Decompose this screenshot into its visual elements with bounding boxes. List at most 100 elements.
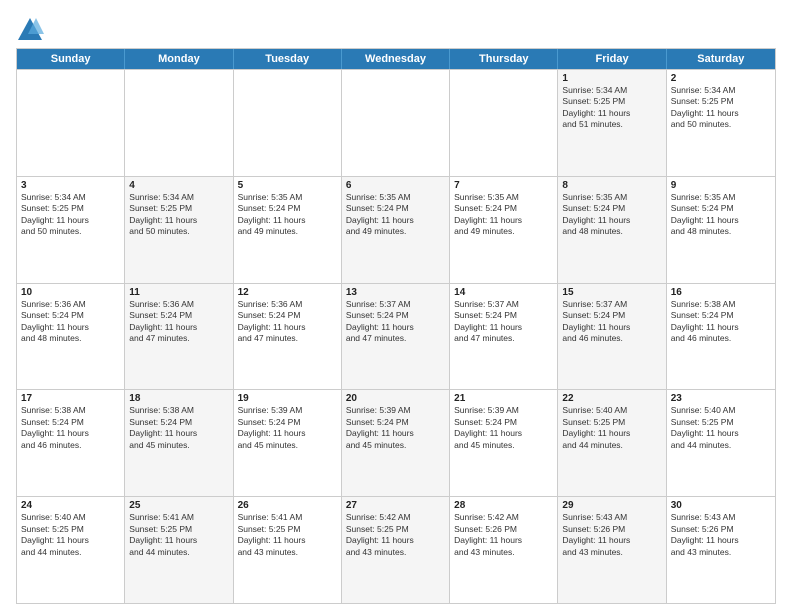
- cell-line: Daylight: 11 hours: [454, 535, 553, 546]
- day-number: 17: [21, 393, 120, 404]
- cell-line: and 44 minutes.: [129, 547, 228, 558]
- cell-line: and 46 minutes.: [21, 440, 120, 451]
- cell-line: Daylight: 11 hours: [671, 215, 771, 226]
- cell-line: and 47 minutes.: [129, 333, 228, 344]
- cell-line: Sunrise: 5:42 AM: [454, 512, 553, 523]
- cal-cell-day-15: 15Sunrise: 5:37 AMSunset: 5:24 PMDayligh…: [558, 284, 666, 390]
- cal-cell-day-12: 12Sunrise: 5:36 AMSunset: 5:24 PMDayligh…: [234, 284, 342, 390]
- cell-line: Sunrise: 5:38 AM: [21, 405, 120, 416]
- cell-line: Sunset: 5:25 PM: [129, 203, 228, 214]
- cell-line: Daylight: 11 hours: [562, 108, 661, 119]
- cell-line: and 49 minutes.: [238, 226, 337, 237]
- cell-line: Sunset: 5:24 PM: [21, 417, 120, 428]
- cell-line: Sunset: 5:24 PM: [671, 310, 771, 321]
- cell-line: Sunset: 5:24 PM: [238, 417, 337, 428]
- cell-line: Daylight: 11 hours: [238, 535, 337, 546]
- cell-line: Sunrise: 5:39 AM: [454, 405, 553, 416]
- cal-cell-day-22: 22Sunrise: 5:40 AMSunset: 5:25 PMDayligh…: [558, 390, 666, 496]
- cell-line: Sunrise: 5:39 AM: [238, 405, 337, 416]
- cal-cell-day-13: 13Sunrise: 5:37 AMSunset: 5:24 PMDayligh…: [342, 284, 450, 390]
- cell-line: and 48 minutes.: [671, 226, 771, 237]
- cell-line: and 43 minutes.: [346, 547, 445, 558]
- cell-line: Daylight: 11 hours: [238, 428, 337, 439]
- day-number: 21: [454, 393, 553, 404]
- cal-cell-day-27: 27Sunrise: 5:42 AMSunset: 5:25 PMDayligh…: [342, 497, 450, 603]
- cell-line: and 49 minutes.: [454, 226, 553, 237]
- cell-line: Sunset: 5:24 PM: [454, 417, 553, 428]
- calendar-body: 1Sunrise: 5:34 AMSunset: 5:25 PMDaylight…: [17, 69, 775, 603]
- cell-line: Sunset: 5:24 PM: [238, 310, 337, 321]
- cal-cell-day-28: 28Sunrise: 5:42 AMSunset: 5:26 PMDayligh…: [450, 497, 558, 603]
- cell-line: Sunrise: 5:37 AM: [562, 299, 661, 310]
- cell-line: and 50 minutes.: [671, 119, 771, 130]
- cal-cell-day-30: 30Sunrise: 5:43 AMSunset: 5:26 PMDayligh…: [667, 497, 775, 603]
- cell-line: Sunset: 5:26 PM: [454, 524, 553, 535]
- cell-line: and 50 minutes.: [21, 226, 120, 237]
- cell-line: Daylight: 11 hours: [346, 215, 445, 226]
- cal-row-0: 1Sunrise: 5:34 AMSunset: 5:25 PMDaylight…: [17, 69, 775, 176]
- cal-cell-day-4: 4Sunrise: 5:34 AMSunset: 5:25 PMDaylight…: [125, 177, 233, 283]
- cell-line: and 49 minutes.: [346, 226, 445, 237]
- cell-line: Daylight: 11 hours: [238, 215, 337, 226]
- cal-cell-day-26: 26Sunrise: 5:41 AMSunset: 5:25 PMDayligh…: [234, 497, 342, 603]
- cal-cell-day-10: 10Sunrise: 5:36 AMSunset: 5:24 PMDayligh…: [17, 284, 125, 390]
- logo-icon: [16, 16, 44, 44]
- cell-line: Sunset: 5:24 PM: [346, 310, 445, 321]
- day-number: 26: [238, 500, 337, 511]
- cal-cell-day-14: 14Sunrise: 5:37 AMSunset: 5:24 PMDayligh…: [450, 284, 558, 390]
- cell-line: Sunrise: 5:43 AM: [671, 512, 771, 523]
- cell-line: Sunrise: 5:41 AM: [238, 512, 337, 523]
- cell-line: Sunrise: 5:42 AM: [346, 512, 445, 523]
- cell-line: Sunrise: 5:35 AM: [238, 192, 337, 203]
- cell-line: Sunrise: 5:37 AM: [454, 299, 553, 310]
- header-day-friday: Friday: [558, 49, 666, 69]
- cell-line: Sunrise: 5:40 AM: [562, 405, 661, 416]
- cell-line: Sunrise: 5:36 AM: [129, 299, 228, 310]
- day-number: 20: [346, 393, 445, 404]
- cell-line: Sunrise: 5:38 AM: [671, 299, 771, 310]
- logo: [16, 16, 48, 44]
- cell-line: and 48 minutes.: [562, 226, 661, 237]
- cell-line: Sunset: 5:24 PM: [238, 203, 337, 214]
- cal-cell-day-9: 9Sunrise: 5:35 AMSunset: 5:24 PMDaylight…: [667, 177, 775, 283]
- cal-cell-day-24: 24Sunrise: 5:40 AMSunset: 5:25 PMDayligh…: [17, 497, 125, 603]
- header-day-wednesday: Wednesday: [342, 49, 450, 69]
- cell-line: Sunrise: 5:37 AM: [346, 299, 445, 310]
- day-number: 25: [129, 500, 228, 511]
- header-day-saturday: Saturday: [667, 49, 775, 69]
- day-number: 30: [671, 500, 771, 511]
- calendar-header: SundayMondayTuesdayWednesdayThursdayFrid…: [17, 49, 775, 69]
- cell-line: Sunset: 5:24 PM: [21, 310, 120, 321]
- cell-line: Daylight: 11 hours: [346, 535, 445, 546]
- day-number: 3: [21, 180, 120, 191]
- cell-line: Sunset: 5:24 PM: [129, 417, 228, 428]
- day-number: 10: [21, 287, 120, 298]
- cell-line: Sunrise: 5:36 AM: [238, 299, 337, 310]
- cell-line: and 45 minutes.: [454, 440, 553, 451]
- cell-line: Sunset: 5:24 PM: [129, 310, 228, 321]
- calendar: SundayMondayTuesdayWednesdayThursdayFrid…: [16, 48, 776, 604]
- cell-line: Sunset: 5:24 PM: [671, 203, 771, 214]
- cell-line: Sunset: 5:25 PM: [21, 203, 120, 214]
- cal-cell-empty: [17, 70, 125, 176]
- cell-line: Sunrise: 5:36 AM: [21, 299, 120, 310]
- cell-line: Daylight: 11 hours: [129, 428, 228, 439]
- day-number: 14: [454, 287, 553, 298]
- cell-line: and 43 minutes.: [238, 547, 337, 558]
- page: SundayMondayTuesdayWednesdayThursdayFrid…: [0, 0, 792, 612]
- cal-row-2: 10Sunrise: 5:36 AMSunset: 5:24 PMDayligh…: [17, 283, 775, 390]
- cell-line: Daylight: 11 hours: [21, 215, 120, 226]
- cell-line: and 44 minutes.: [562, 440, 661, 451]
- cell-line: Sunrise: 5:34 AM: [671, 85, 771, 96]
- day-number: 23: [671, 393, 771, 404]
- cell-line: Sunset: 5:26 PM: [671, 524, 771, 535]
- cell-line: and 43 minutes.: [454, 547, 553, 558]
- header: [16, 12, 776, 44]
- header-day-tuesday: Tuesday: [234, 49, 342, 69]
- cal-cell-day-11: 11Sunrise: 5:36 AMSunset: 5:24 PMDayligh…: [125, 284, 233, 390]
- cal-row-1: 3Sunrise: 5:34 AMSunset: 5:25 PMDaylight…: [17, 176, 775, 283]
- cell-line: Daylight: 11 hours: [21, 428, 120, 439]
- day-number: 8: [562, 180, 661, 191]
- day-number: 13: [346, 287, 445, 298]
- cal-cell-day-8: 8Sunrise: 5:35 AMSunset: 5:24 PMDaylight…: [558, 177, 666, 283]
